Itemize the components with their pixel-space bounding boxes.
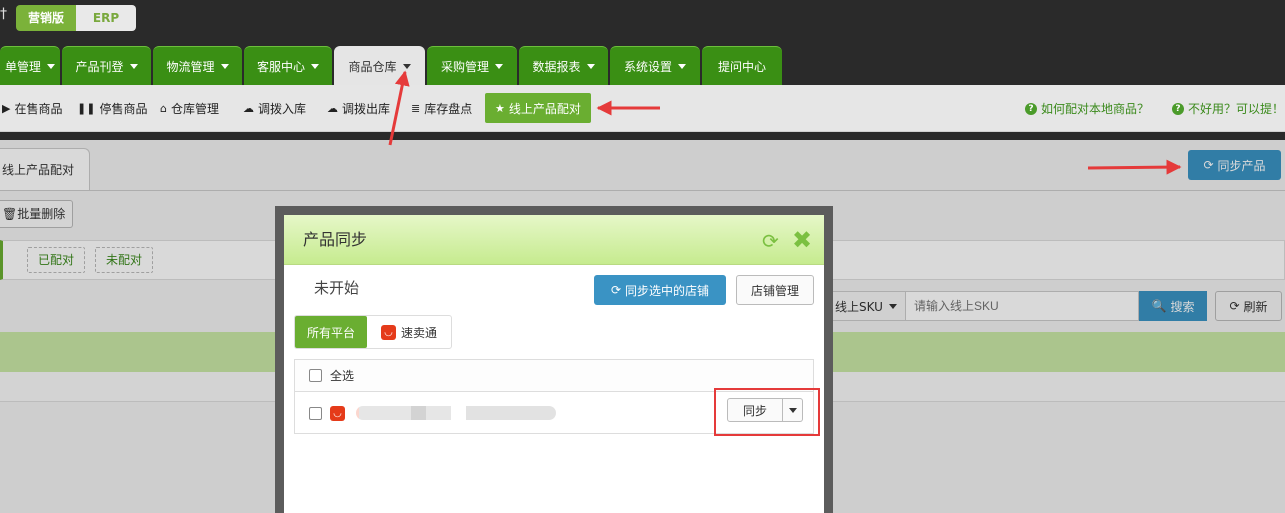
store-checkbox[interactable]	[309, 406, 322, 420]
play-icon: ▶	[2, 102, 11, 115]
subnav-transfer-out[interactable]: ☁ 调拨出库	[327, 85, 390, 132]
star-icon: ★	[495, 101, 505, 115]
select-all-checkbox[interactable]	[309, 369, 322, 382]
subnav-on-sale[interactable]: ▶ 在售商品	[2, 85, 62, 132]
modal-title: 产品同步	[303, 230, 368, 249]
chevron-down-icon	[220, 63, 229, 69]
close-icon[interactable]: ✖	[792, 226, 812, 254]
chevron-down-icon	[402, 63, 411, 69]
refresh-icon: ⟳	[610, 283, 622, 297]
edition-erp-option[interactable]: ERP	[76, 5, 136, 31]
sub-toolbar: ▶ 在售商品 ❚❚ 停售商品 ⌂ 仓库管理 ☁ 调拨入库 ☁ 调拨出库 ≣ 库存盘点 ★ 线上…	[0, 85, 1285, 132]
refresh-icon[interactable]: ⟳	[762, 229, 779, 253]
chevron-down-icon	[129, 63, 138, 69]
subnav-warehouse[interactable]: ⌂ 仓库管理	[160, 85, 219, 132]
help-feedback-link[interactable]: ? 不好用？可以提！	[1172, 85, 1284, 132]
divider	[0, 132, 1285, 140]
chevron-down-icon	[47, 63, 55, 69]
subnav-transfer-in[interactable]: ☁ 调拨入库	[243, 85, 306, 132]
modal-header: 产品同步 ⟳ ✖	[284, 215, 824, 265]
help-match-link[interactable]: ? 如何配对本地商品？	[1025, 85, 1149, 132]
edition-marketing-option[interactable]: 营销版	[16, 5, 76, 31]
question-icon: ?	[1025, 102, 1037, 115]
nav-tab-logistics[interactable]: 物流管理	[153, 46, 242, 85]
pause-icon: ❚❚	[77, 102, 96, 115]
annotation-highlight-box	[714, 388, 820, 436]
chevron-down-icon	[495, 63, 503, 69]
nav-tab-listing[interactable]: 产品刊登	[62, 46, 151, 85]
main-nav: 单管理 产品刊登 物流管理 客服中心 商品仓库 采购管理 数据报表 系统设置 提…	[0, 46, 784, 85]
subnav-off-sale[interactable]: ❚❚ 停售商品	[77, 85, 147, 132]
sync-status: 未开始	[314, 279, 360, 297]
product-sync-modal: 产品同步 ⟳ ✖ 未开始 ⟳ 同步选中的店铺 店铺管理 所有平台 ◡ 速卖通 全选 …	[284, 215, 824, 513]
nav-tab-orders[interactable]: 单管理	[0, 46, 60, 85]
home-icon: ⌂	[160, 102, 167, 115]
chevron-down-icon	[311, 63, 319, 69]
shop-manage-button[interactable]: 店铺管理	[736, 275, 814, 305]
nav-tab-warehouse[interactable]: 商品仓库	[334, 46, 425, 85]
chevron-down-icon	[586, 63, 595, 69]
nav-tab-reports[interactable]: 数据报表	[519, 46, 608, 85]
platform-tab-all[interactable]: 所有平台	[295, 316, 367, 348]
nav-tab-customer-service[interactable]: 客服中心	[244, 46, 332, 85]
cloud-upload-icon: ☁	[327, 102, 338, 115]
top-header: † 营销版 ERP 单管理 产品刊登 物流管理 客服中心 商品仓库 采购管理 数…	[0, 0, 1285, 85]
subnav-online-product-match[interactable]: ★ 线上产品配对	[485, 93, 591, 123]
platform-tabs: 所有平台 ◡ 速卖通	[294, 315, 452, 349]
subnav-stocktake[interactable]: ≣ 库存盘点	[411, 85, 472, 132]
platform-tab-aliexpress[interactable]: ◡ 速卖通	[367, 316, 451, 348]
nav-tab-purchasing[interactable]: 采购管理	[427, 46, 517, 85]
nav-tab-questions[interactable]: 提问中心	[702, 46, 782, 85]
sync-selected-shops-button[interactable]: ⟳ 同步选中的店铺	[594, 275, 726, 305]
logo: †	[0, 6, 7, 22]
nav-tab-settings[interactable]: 系统设置	[610, 46, 700, 85]
cloud-download-icon: ☁	[243, 102, 254, 115]
question-icon: ?	[1172, 102, 1184, 115]
store-name-redacted	[356, 406, 556, 420]
chevron-down-icon	[678, 63, 686, 69]
list-icon: ≣	[411, 102, 421, 115]
aliexpress-icon: ◡	[380, 324, 396, 340]
edition-toggle[interactable]: 营销版 ERP	[16, 5, 136, 31]
aliexpress-icon: ◡	[330, 405, 345, 421]
